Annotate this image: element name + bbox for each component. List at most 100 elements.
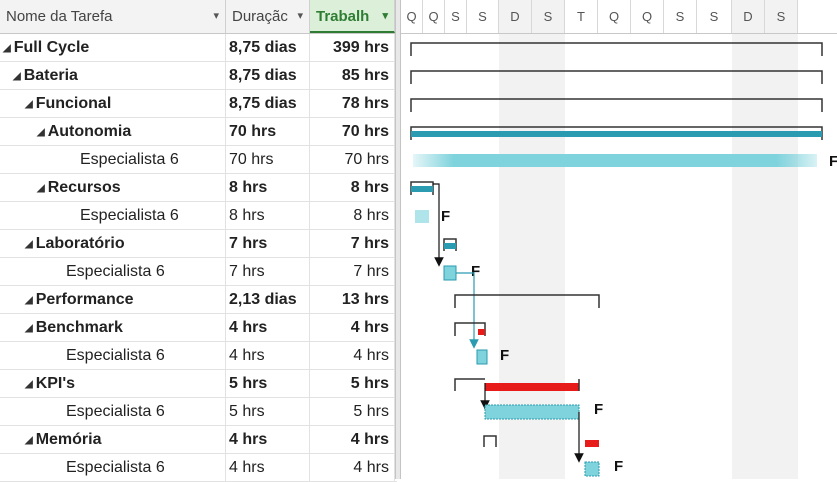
column-header-task-name[interactable]: Nome da Tarefa ▾ [0, 0, 226, 33]
work-cell[interactable]: 78 hrs [310, 90, 395, 117]
task-progress-bar[interactable] [444, 243, 456, 249]
task-name-cell[interactable]: ◢ KPI's [0, 370, 226, 397]
collapse-triangle-icon[interactable]: ◢ [25, 379, 33, 390]
collapse-triangle-icon[interactable]: ◢ [25, 295, 33, 306]
table-row[interactable]: ◢ Memória 4 hrs 4 hrs [0, 426, 397, 454]
task-progress-bar[interactable] [411, 131, 822, 137]
critical-task-bar[interactable] [478, 329, 485, 335]
duration-cell[interactable]: 4 hrs [226, 454, 310, 481]
table-row[interactable]: Especialista 6 5 hrs 5 hrs [0, 398, 397, 426]
duration-cell[interactable]: 8,75 dias [226, 34, 310, 61]
work-cell[interactable]: 399 hrs [310, 34, 395, 61]
task-name-cell[interactable]: Especialista 6 [0, 202, 226, 229]
table-row[interactable]: ◢ Performance 2,13 dias 13 hrs [0, 286, 397, 314]
gantt-chart[interactable]: Q Q S S D S T Q Q S S D S F F F F F F [401, 0, 837, 479]
duration-cell[interactable]: 5 hrs [226, 398, 310, 425]
duration-cell[interactable]: 8,75 dias [226, 90, 310, 117]
task-name-cell[interactable]: ◢ Benchmark [0, 314, 226, 341]
work-cell[interactable]: 13 hrs [310, 286, 395, 313]
table-row[interactable]: Especialista 6 8 hrs 8 hrs [0, 202, 397, 230]
work-cell[interactable]: 4 hrs [310, 426, 395, 453]
work-cell[interactable]: 85 hrs [310, 62, 395, 89]
collapse-triangle-icon[interactable]: ◢ [3, 43, 11, 54]
collapse-triangle-icon[interactable]: ◢ [13, 71, 21, 82]
assignment-bar[interactable] [484, 404, 580, 420]
table-row[interactable]: ◢ Benchmark 4 hrs 4 hrs [0, 314, 397, 342]
summary-bar[interactable] [483, 435, 497, 447]
task-name-cell[interactable]: ◢ Laboratório [0, 230, 226, 257]
collapse-triangle-icon[interactable]: ◢ [25, 435, 33, 446]
task-name-cell[interactable]: ◢ Performance [0, 286, 226, 313]
duration-cell[interactable]: 4 hrs [226, 342, 310, 369]
task-name-cell[interactable]: Especialista 6 [0, 146, 226, 173]
column-header-work[interactable]: Trabalh ▾ [310, 0, 395, 33]
collapse-triangle-icon[interactable]: ◢ [37, 183, 45, 194]
collapse-triangle-icon[interactable]: ◢ [25, 239, 33, 250]
assignment-bar[interactable] [413, 154, 817, 167]
task-name-cell[interactable]: ◢ Bateria [0, 62, 226, 89]
summary-bar[interactable] [410, 98, 823, 112]
collapse-triangle-icon[interactable]: ◢ [25, 323, 33, 334]
task-name-cell[interactable]: Especialista 6 [0, 398, 226, 425]
assignment-bar[interactable] [584, 461, 600, 477]
table-row[interactable]: ◢ KPI's 5 hrs 5 hrs [0, 370, 397, 398]
table-row[interactable]: Especialista 6 4 hrs 4 hrs [0, 342, 397, 370]
table-row[interactable]: Especialista 6 70 hrs 70 hrs [0, 146, 397, 174]
assignment-bar[interactable] [476, 349, 488, 365]
gantt-bars[interactable]: F F F F F F [401, 0, 837, 479]
column-header-duration[interactable]: Duraçãc ▾ [226, 0, 310, 33]
assignment-bar[interactable] [415, 210, 429, 223]
work-cell[interactable]: 4 hrs [310, 342, 395, 369]
task-name-cell[interactable]: ◢ Funcional [0, 90, 226, 117]
sort-arrow-icon[interactable]: ▾ [213, 0, 219, 33]
duration-cell[interactable]: 8 hrs [226, 174, 310, 201]
sort-arrow-icon[interactable]: ▾ [382, 0, 388, 31]
duration-cell[interactable]: 8 hrs [226, 202, 310, 229]
critical-task-bar[interactable] [585, 440, 599, 447]
task-name-cell[interactable]: ◢ Full Cycle [0, 34, 226, 61]
summary-bar[interactable] [454, 378, 485, 391]
duration-cell[interactable]: 5 hrs [226, 370, 310, 397]
collapse-triangle-icon[interactable]: ◢ [25, 99, 33, 110]
table-row[interactable]: ◢ Funcional 8,75 dias 78 hrs [0, 90, 397, 118]
work-cell[interactable]: 5 hrs [310, 398, 395, 425]
work-cell[interactable]: 8 hrs [310, 202, 395, 229]
table-row[interactable]: ◢ Autonomia 70 hrs 70 hrs [0, 118, 397, 146]
table-row[interactable]: Especialista 6 7 hrs 7 hrs [0, 258, 397, 286]
assignment-bar[interactable] [444, 266, 456, 280]
table-row[interactable]: ◢ Recursos 8 hrs 8 hrs [0, 174, 397, 202]
task-name-cell[interactable]: ◢ Memória [0, 426, 226, 453]
sort-arrow-icon[interactable]: ▾ [297, 0, 303, 33]
summary-bar[interactable] [410, 70, 823, 84]
duration-cell[interactable]: 4 hrs [226, 426, 310, 453]
summary-bar[interactable] [410, 42, 823, 56]
work-cell[interactable]: 4 hrs [310, 314, 395, 341]
task-name-cell[interactable]: Especialista 6 [0, 454, 226, 481]
work-cell[interactable]: 4 hrs [310, 454, 395, 481]
work-cell[interactable]: 70 hrs [310, 118, 395, 145]
duration-cell[interactable]: 70 hrs [226, 146, 310, 173]
duration-cell[interactable]: 4 hrs [226, 314, 310, 341]
work-cell[interactable]: 7 hrs [310, 258, 395, 285]
work-cell[interactable]: 8 hrs [310, 174, 395, 201]
summary-bar[interactable] [454, 294, 600, 308]
work-cell[interactable]: 7 hrs [310, 230, 395, 257]
table-row[interactable]: ◢ Laboratório 7 hrs 7 hrs [0, 230, 397, 258]
task-progress-bar[interactable] [411, 186, 433, 192]
table-row[interactable]: ◢ Bateria 8,75 dias 85 hrs [0, 62, 397, 90]
duration-cell[interactable]: 7 hrs [226, 230, 310, 257]
collapse-triangle-icon[interactable]: ◢ [37, 127, 45, 138]
task-name-cell[interactable]: Especialista 6 [0, 342, 226, 369]
table-row[interactable]: ◢ Full Cycle 8,75 dias 399 hrs [0, 34, 397, 62]
task-name-cell[interactable]: Especialista 6 [0, 258, 226, 285]
duration-cell[interactable]: 2,13 dias [226, 286, 310, 313]
critical-task-bar[interactable] [485, 383, 579, 391]
duration-cell[interactable]: 8,75 dias [226, 62, 310, 89]
task-name-cell[interactable]: ◢ Recursos [0, 174, 226, 201]
duration-cell[interactable]: 70 hrs [226, 118, 310, 145]
duration-cell[interactable]: 7 hrs [226, 258, 310, 285]
table-row[interactable]: Especialista 6 4 hrs 4 hrs [0, 454, 397, 482]
work-cell[interactable]: 5 hrs [310, 370, 395, 397]
task-name-cell[interactable]: ◢ Autonomia [0, 118, 226, 145]
work-cell[interactable]: 70 hrs [310, 146, 395, 173]
